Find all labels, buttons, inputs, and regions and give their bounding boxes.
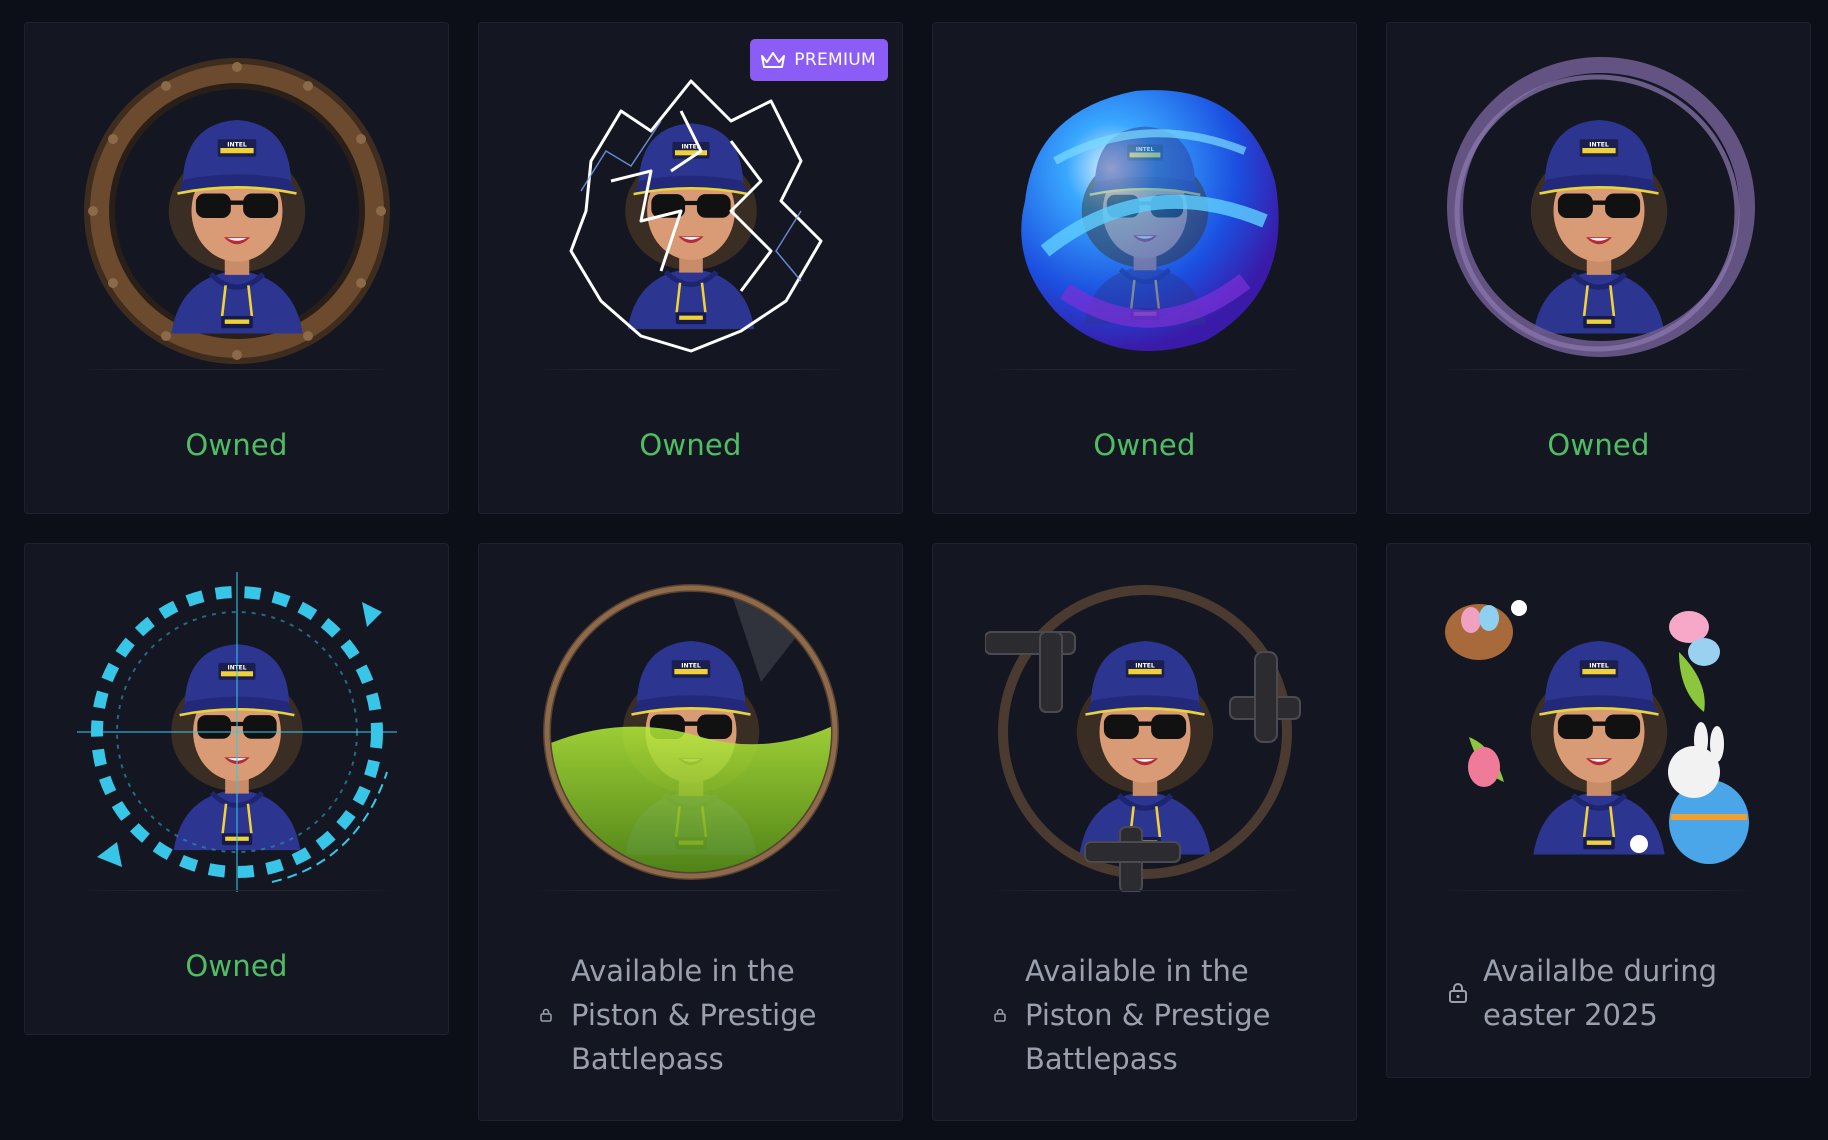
availability-text: Available in the Piston & Prestige Battl… xyxy=(1025,954,1271,1076)
lock-icon xyxy=(994,1008,1006,1022)
divider xyxy=(80,890,393,891)
frame-preview-image xyxy=(984,572,1305,892)
locked-status: Available in the Piston & Prestige Battl… xyxy=(539,949,872,1081)
frame-card-purple-smoke[interactable]: Owned xyxy=(1386,22,1811,514)
frame-card-blue-energy[interactable]: Owned xyxy=(932,22,1357,514)
owned-status: Owned xyxy=(185,949,288,983)
availability-text: Availalbe during easter 2025 xyxy=(1483,954,1718,1032)
owned-status: Owned xyxy=(185,428,288,462)
divider xyxy=(1442,890,1755,891)
lock-icon xyxy=(540,1008,552,1022)
frame-preview-image xyxy=(77,51,397,371)
owned-status: Owned xyxy=(639,428,742,462)
availability-text: Available in the Piston & Prestige Battl… xyxy=(571,954,817,1076)
frame-card-green-liquid[interactable]: Available in the Piston & Prestige Battl… xyxy=(478,543,903,1121)
divider xyxy=(534,890,847,891)
frame-preview-image xyxy=(76,572,397,892)
owned-status: Owned xyxy=(1093,428,1196,462)
divider xyxy=(1442,369,1755,370)
frame-card-pipe[interactable]: Available in the Piston & Prestige Battl… xyxy=(932,543,1357,1121)
frame-card-lightning[interactable]: PREMIUM Owned xyxy=(478,22,903,514)
locked-status: Available in the Piston & Prestige Battl… xyxy=(993,949,1326,1081)
frame-card-rusted-porthole[interactable]: Owned xyxy=(24,22,449,514)
divider xyxy=(988,369,1301,370)
frame-preview-image xyxy=(1439,51,1759,371)
frame-card-hud-target[interactable]: Owned xyxy=(24,543,449,1035)
frame-preview-image xyxy=(1439,572,1759,892)
lock-icon xyxy=(1449,983,1467,1003)
divider xyxy=(988,890,1301,891)
locked-status: Availalbe during easter 2025 xyxy=(1447,949,1780,1037)
divider xyxy=(80,369,393,370)
frame-preview-image xyxy=(531,572,851,892)
frame-card-easter[interactable]: Availalbe during easter 2025 xyxy=(1386,543,1811,1078)
frame-preview-image xyxy=(985,51,1305,371)
frame-preview-image xyxy=(531,51,851,371)
divider xyxy=(534,369,847,370)
owned-status: Owned xyxy=(1547,428,1650,462)
